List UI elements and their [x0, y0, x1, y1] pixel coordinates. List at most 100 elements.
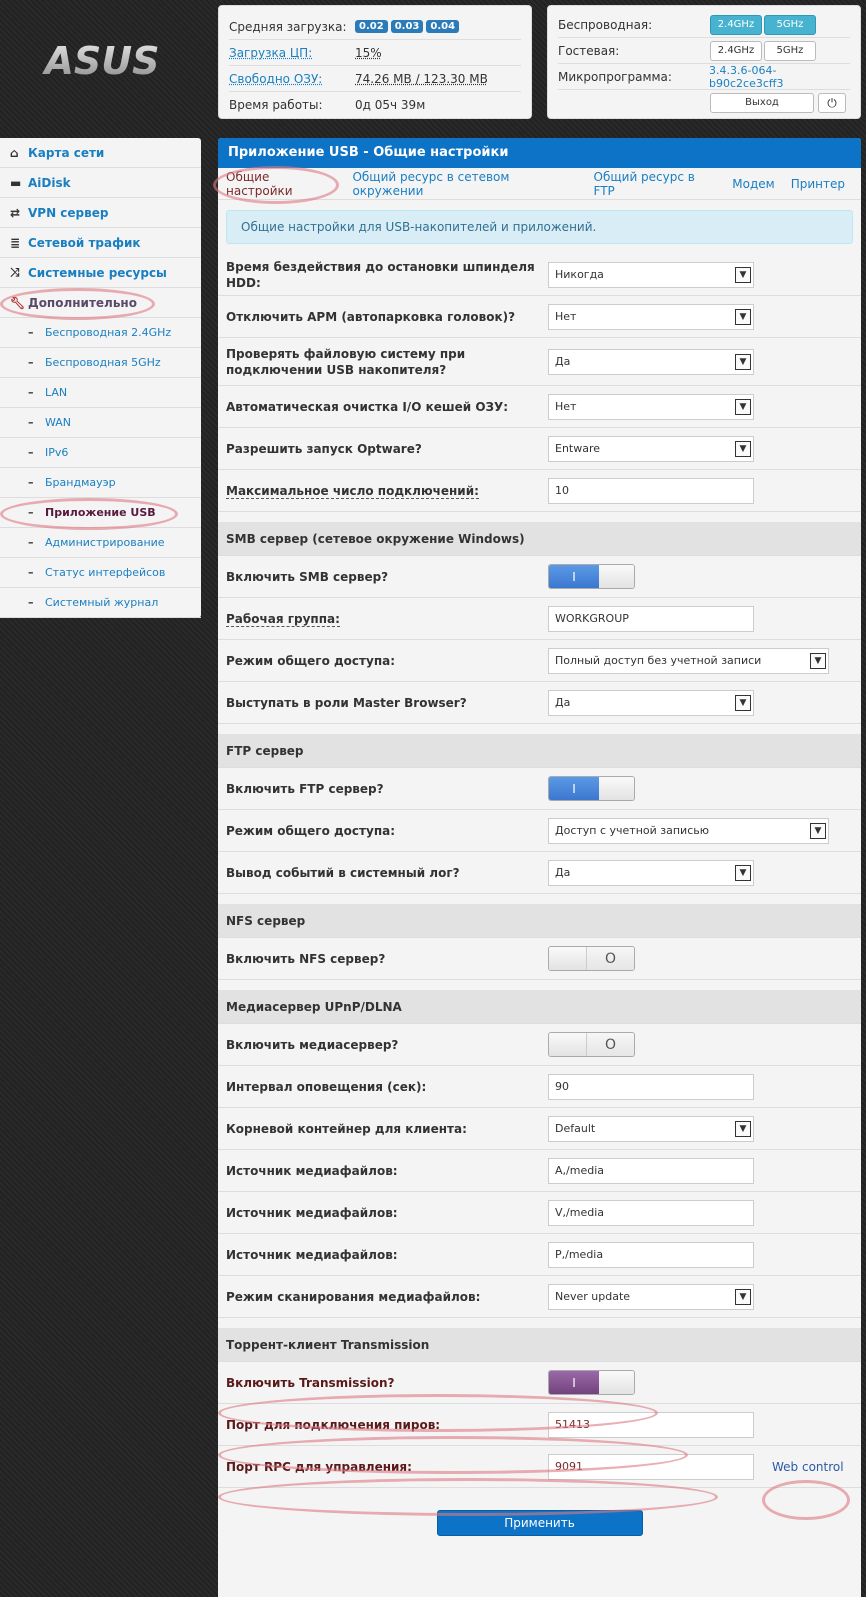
firmware-label: Микропрограмма: — [558, 69, 672, 84]
guest-label: Гостевая: — [558, 43, 620, 58]
main-panel: Приложение USB - Общие настройки Общие н… — [218, 138, 861, 1597]
sidebar-item-resources[interactable]: ⤨ Системные ресурсы — [0, 258, 201, 288]
sidebar-sub-ifstatus[interactable]: – Статус интерфейсов — [0, 558, 201, 588]
sidebar-sub-wireless5[interactable]: – Беспроводная 5GHz — [0, 348, 201, 378]
hdd-select[interactable]: Никогда ▼ — [548, 261, 754, 288]
optware-row: Разрешить запуск Optware? Entware ▼ — [218, 428, 861, 470]
wireless-24-button[interactable]: 2.4GHz — [710, 14, 762, 35]
sidebar-sub-wan[interactable]: – WAN — [0, 408, 201, 438]
ram-link[interactable]: Свободно ОЗУ: — [229, 72, 322, 86]
sidebar-sub-firewall[interactable]: – Брандмауэр — [0, 468, 201, 498]
sidebar-sub-lan[interactable]: – LAN — [0, 378, 201, 408]
sidebar-item-label: VPN сервер — [28, 205, 109, 220]
sidebar-sub-usb[interactable]: – Приложение USB — [0, 498, 201, 528]
dash-icon: – — [28, 416, 34, 429]
cpu-link[interactable]: Загрузка ЦП: — [229, 46, 312, 60]
master-select[interactable]: Да ▼ — [548, 689, 754, 716]
toggle-on-knob: I — [549, 565, 599, 588]
workgroup-label: Рабочая группа: — [226, 611, 340, 627]
root-select[interactable]: Default ▼ — [548, 1115, 754, 1142]
sidebar-item-label: AiDisk — [28, 175, 71, 190]
maxconn-row: Максимальное число подключений: 10 — [218, 470, 861, 512]
home-icon: ⌂ — [10, 145, 19, 160]
dash-icon: – — [28, 386, 34, 399]
peer-port-input[interactable]: 51413 — [548, 1411, 754, 1438]
chevron-down-icon: ▼ — [810, 822, 826, 839]
guest-24-button[interactable]: 2.4GHz — [710, 40, 762, 61]
sidebar-item-aidisk[interactable]: ▬ AiDisk — [0, 168, 201, 198]
root-label: Корневой контейнер для клиента: — [226, 1121, 467, 1136]
ram-value: 74.26 MB / 123.30 MB — [355, 71, 488, 86]
tab-printer[interactable]: Принтер — [791, 177, 845, 191]
optware-label: Разрешить запуск Optware? — [226, 441, 422, 456]
ftp-log-label: Вывод событий в системный лог? — [226, 865, 460, 880]
sidebar-sub-wireless24[interactable]: – Беспроводная 2.4GHz — [0, 318, 201, 348]
sidebar-item-vpn[interactable]: ⇄ VPN сервер — [0, 198, 201, 228]
apply-button[interactable]: Применить — [436, 1510, 643, 1536]
peer-port-label: Порт для подключения пиров: — [226, 1417, 441, 1432]
optware-select[interactable]: Entware ▼ — [548, 435, 754, 462]
page-title: Приложение USB - Общие настройки — [218, 138, 861, 168]
apm-row: Отключить APM (автопарковка головок)? Не… — [218, 296, 861, 338]
power-icon: ⏻ — [827, 96, 837, 110]
sidebar-sub-label: Беспроводная 2.4GHz — [45, 326, 172, 339]
ftp-log-select[interactable]: Да ▼ — [548, 859, 754, 886]
tab-general[interactable]: Общие настройки — [226, 170, 336, 198]
nfs-enable-toggle[interactable]: O — [548, 946, 635, 971]
ftp-enable-toggle[interactable]: I — [548, 776, 635, 801]
dlna-enable-row: Включить медиасервер? O — [218, 1024, 861, 1066]
fscheck-value: Да — [555, 355, 571, 368]
ftp-log-value: Да — [555, 866, 571, 879]
sidebar-item-network-map[interactable]: ⌂ Карта сети — [0, 138, 201, 168]
src3-input[interactable]: P,/media — [548, 1241, 754, 1268]
dlna-section-title: Медиасервер UPnP/DLNA — [218, 990, 861, 1024]
src1-input[interactable]: A,/media — [548, 1157, 754, 1184]
ftp-mode-select[interactable]: Доступ с учетной записью ▼ — [548, 817, 829, 844]
maxconn-label: Максимальное число подключений: — [226, 483, 479, 499]
cache-select[interactable]: Нет ▼ — [548, 393, 754, 420]
firmware-link[interactable]: 3.4.3.6-064-b90c2ce3cff3 — [709, 64, 850, 90]
tab-ftp-share[interactable]: Общий ресурс в FTP — [594, 170, 717, 198]
traffic-icon: ≣ — [10, 235, 21, 250]
power-button[interactable]: ⏻ — [818, 93, 846, 113]
web-control-link[interactable]: Web control — [772, 1460, 844, 1474]
scan-row: Режим сканирования медиафайлов: Never up… — [218, 1276, 861, 1318]
info-box: Общие настройки для USB-накопителей и пр… — [226, 210, 853, 244]
interval-input[interactable]: 90 — [548, 1073, 754, 1100]
src2-label: Источник медиафайлов: — [226, 1205, 398, 1220]
tab-modem[interactable]: Модем — [732, 177, 774, 191]
scan-select[interactable]: Never update ▼ — [548, 1283, 754, 1310]
rpc-port-input[interactable]: 9091 — [548, 1453, 754, 1480]
transmission-enable-label: Включить Transmission? — [226, 1375, 395, 1390]
transmission-enable-toggle[interactable]: I — [548, 1370, 635, 1395]
sidebar-item-advanced[interactable]: 🔧︎ Дополнительно — [0, 288, 201, 318]
guest-5-button[interactable]: 5GHz — [764, 40, 816, 61]
apm-select[interactable]: Нет ▼ — [548, 303, 754, 330]
ftp-section-title: FTP сервер — [218, 734, 861, 768]
load-badge-2: 0.03 — [390, 20, 424, 33]
sidebar-sub-syslog[interactable]: – Системный журнал — [0, 588, 201, 618]
guest-row: Гостевая: 2.4GHz 5GHz — [558, 38, 850, 64]
chevron-down-icon: ▼ — [735, 266, 751, 283]
maxconn-input[interactable]: 10 — [548, 477, 754, 504]
fscheck-select[interactable]: Да ▼ — [548, 348, 754, 375]
src2-input[interactable]: V,/media — [548, 1199, 754, 1226]
disk-icon: ▬ — [10, 175, 22, 190]
smb-enable-label: Включить SMB сервер? — [226, 569, 389, 584]
smb-mode-select[interactable]: Полный доступ без учетной записи ▼ — [548, 647, 829, 674]
smb-section-title: SMB сервер (сетевое окружение Windows) — [218, 522, 861, 556]
smb-enable-toggle[interactable]: I — [548, 564, 635, 589]
sidebar-item-traffic[interactable]: ≣ Сетевой трафик — [0, 228, 201, 258]
workgroup-input[interactable]: WORKGROUP — [548, 605, 754, 632]
smb-mode-label: Режим общего доступа: — [226, 653, 396, 668]
smb-mode-value: Полный доступ без учетной записи — [555, 654, 762, 667]
cpu-value: 15% — [355, 45, 382, 60]
dlna-enable-toggle[interactable]: O — [548, 1032, 635, 1057]
logout-row: Выход ⏻ — [558, 90, 850, 116]
tab-smb-share[interactable]: Общий ресурс в сетевом окружении — [352, 170, 577, 198]
logout-button[interactable]: Выход — [710, 93, 814, 113]
sidebar-sub-ipv6[interactable]: – IPv6 — [0, 438, 201, 468]
chevron-down-icon: ▼ — [735, 353, 751, 370]
wireless-5-button[interactable]: 5GHz — [764, 14, 816, 35]
sidebar-sub-admin[interactable]: – Администрирование — [0, 528, 201, 558]
